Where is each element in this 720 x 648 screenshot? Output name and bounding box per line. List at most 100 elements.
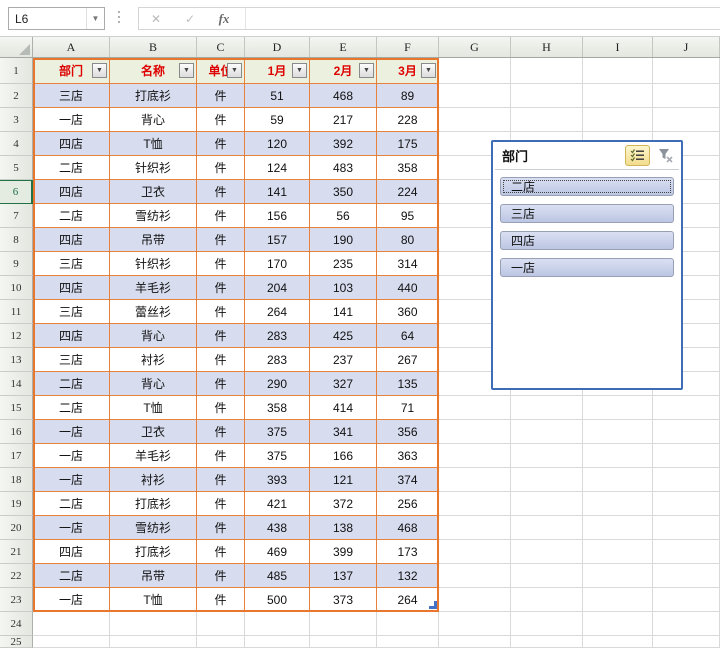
cell-H18[interactable] (511, 468, 583, 492)
cell-C23[interactable]: 件 (197, 588, 245, 612)
cell-I19[interactable] (583, 492, 653, 516)
cell-E11[interactable]: 141 (310, 300, 377, 324)
cell-F2[interactable]: 89 (377, 84, 439, 108)
cell-G17[interactable] (439, 444, 511, 468)
cell-A23[interactable]: 一店 (33, 588, 110, 612)
filter-button-E[interactable]: ▼ (359, 63, 374, 78)
cell-E20[interactable]: 138 (310, 516, 377, 540)
filter-button-C[interactable]: ▼ (227, 63, 242, 78)
cell-F18[interactable]: 374 (377, 468, 439, 492)
cell-B25[interactable] (110, 636, 197, 648)
cell-F6[interactable]: 224 (377, 180, 439, 204)
cancel-icon[interactable]: ✕ (139, 12, 173, 26)
cell-F24[interactable] (377, 612, 439, 636)
cell-D24[interactable] (245, 612, 310, 636)
cell-C15[interactable]: 件 (197, 396, 245, 420)
row-header-21[interactable]: 21 (0, 540, 33, 564)
cell-H2[interactable] (511, 84, 583, 108)
table-resize-handle[interactable] (429, 601, 437, 609)
cell-D22[interactable]: 485 (245, 564, 310, 588)
cell-I22[interactable] (583, 564, 653, 588)
cell-B9[interactable]: 针织衫 (110, 252, 197, 276)
cell-A6[interactable]: 四店 (33, 180, 110, 204)
slicer-panel[interactable]: 部门 二店 三店 四店 (491, 140, 683, 390)
cell-J1[interactable] (653, 58, 720, 84)
cell-I23[interactable] (583, 588, 653, 612)
cell-I25[interactable] (583, 636, 653, 648)
cell-H24[interactable] (511, 612, 583, 636)
cell-C12[interactable]: 件 (197, 324, 245, 348)
cell-F1[interactable]: 3月▼ (377, 58, 439, 84)
row-header-2[interactable]: 2 (0, 84, 33, 108)
cell-D17[interactable]: 375 (245, 444, 310, 468)
cell-A4[interactable]: 四店 (33, 132, 110, 156)
cell-E23[interactable]: 373 (310, 588, 377, 612)
cell-F19[interactable]: 256 (377, 492, 439, 516)
cell-C24[interactable] (197, 612, 245, 636)
cell-F10[interactable]: 440 (377, 276, 439, 300)
cell-A12[interactable]: 四店 (33, 324, 110, 348)
cell-B5[interactable]: 针织衫 (110, 156, 197, 180)
cell-F21[interactable]: 173 (377, 540, 439, 564)
cell-A22[interactable]: 二店 (33, 564, 110, 588)
cell-A19[interactable]: 二店 (33, 492, 110, 516)
cell-I1[interactable] (583, 58, 653, 84)
cell-D13[interactable]: 283 (245, 348, 310, 372)
cell-C16[interactable]: 件 (197, 420, 245, 444)
cell-I21[interactable] (583, 540, 653, 564)
cell-G21[interactable] (439, 540, 511, 564)
cell-D2[interactable]: 51 (245, 84, 310, 108)
cell-D11[interactable]: 264 (245, 300, 310, 324)
cell-G22[interactable] (439, 564, 511, 588)
cell-B2[interactable]: 打底衫 (110, 84, 197, 108)
cell-G2[interactable] (439, 84, 511, 108)
cell-G20[interactable] (439, 516, 511, 540)
cell-D25[interactable] (245, 636, 310, 648)
cell-H22[interactable] (511, 564, 583, 588)
cell-F12[interactable]: 64 (377, 324, 439, 348)
cell-J3[interactable] (653, 108, 720, 132)
cell-B14[interactable]: 背心 (110, 372, 197, 396)
cell-J22[interactable] (653, 564, 720, 588)
cell-B20[interactable]: 雪纺衫 (110, 516, 197, 540)
cell-A21[interactable]: 四店 (33, 540, 110, 564)
filter-button-D[interactable]: ▼ (292, 63, 307, 78)
cell-D18[interactable]: 393 (245, 468, 310, 492)
cell-A3[interactable]: 一店 (33, 108, 110, 132)
cell-G19[interactable] (439, 492, 511, 516)
cell-A1[interactable]: 部门▼ (33, 58, 110, 84)
cell-B21[interactable]: 打底衫 (110, 540, 197, 564)
column-header-J[interactable]: J (653, 37, 720, 57)
multi-select-button[interactable] (625, 145, 650, 166)
formula-bar-input[interactable] (246, 8, 720, 29)
cell-H15[interactable] (511, 396, 583, 420)
confirm-icon[interactable]: ✓ (173, 12, 207, 26)
cell-E10[interactable]: 103 (310, 276, 377, 300)
row-header-1[interactable]: 1 (0, 58, 33, 84)
cell-C3[interactable]: 件 (197, 108, 245, 132)
row-header-23[interactable]: 23 (0, 588, 33, 612)
cell-A14[interactable]: 二店 (33, 372, 110, 396)
cell-J24[interactable] (653, 612, 720, 636)
cell-E9[interactable]: 235 (310, 252, 377, 276)
cell-C8[interactable]: 件 (197, 228, 245, 252)
row-header-15[interactable]: 15 (0, 396, 33, 420)
cell-I18[interactable] (583, 468, 653, 492)
cell-C13[interactable]: 件 (197, 348, 245, 372)
cell-D6[interactable]: 141 (245, 180, 310, 204)
cell-A25[interactable] (33, 636, 110, 648)
cell-F4[interactable]: 175 (377, 132, 439, 156)
cell-B19[interactable]: 打底衫 (110, 492, 197, 516)
cell-C1[interactable]: 单位▼ (197, 58, 245, 84)
cell-G3[interactable] (439, 108, 511, 132)
filter-button-A[interactable]: ▼ (92, 63, 107, 78)
slicer-item[interactable]: 二店 (500, 177, 674, 196)
cell-F22[interactable]: 132 (377, 564, 439, 588)
cell-B18[interactable]: 衬衫 (110, 468, 197, 492)
cell-J21[interactable] (653, 540, 720, 564)
cell-A18[interactable]: 一店 (33, 468, 110, 492)
cell-A2[interactable]: 三店 (33, 84, 110, 108)
cell-B13[interactable]: 衬衫 (110, 348, 197, 372)
cell-I15[interactable] (583, 396, 653, 420)
cell-B7[interactable]: 雪纺衫 (110, 204, 197, 228)
